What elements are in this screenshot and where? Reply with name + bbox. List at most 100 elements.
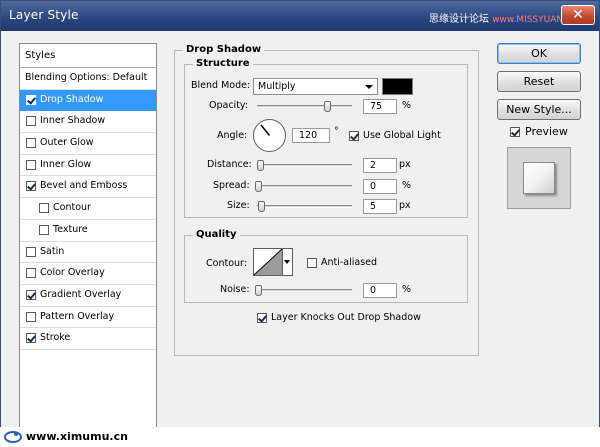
style-item-gradient-overlay[interactable]: Gradient Overlay [20, 285, 156, 307]
use-global-light-checkbox[interactable] [349, 131, 359, 141]
spread-input[interactable]: 0 [363, 179, 397, 194]
ok-button[interactable]: OK [497, 43, 581, 64]
opacity-input[interactable]: 75 [363, 99, 397, 114]
blend-mode-label: Blend Mode: [191, 80, 251, 91]
style-item-stroke[interactable]: Stroke [20, 328, 156, 350]
distance-label: Distance: [207, 159, 252, 170]
pattern-overlay-checkbox[interactable] [26, 311, 36, 322]
drop-shadow-checkbox[interactable] [26, 94, 36, 105]
size-input[interactable]: 5 [363, 199, 397, 214]
blend-mode-dropdown[interactable]: Multiply [253, 78, 378, 95]
spread-slider-thumb[interactable] [255, 181, 262, 192]
noise-unit: % [402, 284, 412, 295]
noise-input[interactable]: 0 [363, 283, 397, 298]
style-item-label: Pattern Overlay [40, 310, 115, 322]
outer-glow-checkbox[interactable] [26, 138, 36, 149]
knockout-label: Layer Knocks Out Drop Shadow [271, 312, 421, 323]
style-item-label: Gradient Overlay [40, 288, 122, 300]
reset-button[interactable]: Reset [497, 71, 581, 92]
spread-label: Spread: [213, 180, 250, 191]
style-item-label: Stroke [40, 332, 71, 344]
style-item-satin[interactable]: Satin [20, 242, 156, 264]
gradient-overlay-checkbox[interactable] [26, 289, 36, 300]
style-item-pattern-overlay[interactable]: Pattern Overlay [20, 307, 156, 329]
opacity-label: Opacity: [209, 100, 249, 111]
close-button[interactable]: ✕ [561, 5, 595, 25]
angle-label: Angle: [217, 130, 248, 141]
contour-checkbox[interactable] [39, 203, 49, 214]
anti-aliased-label: Anti-aliased [321, 257, 378, 268]
title-bar[interactable]: Layer Style 思缘设计论坛 www.MISSYUAN.COM ✕ [1, 1, 599, 31]
structure-title: Structure [193, 58, 253, 69]
distance-slider[interactable] [257, 160, 352, 171]
use-global-light-label: Use Global Light [363, 130, 441, 141]
chevron-down-icon [284, 260, 290, 264]
style-item-inner-glow[interactable]: Inner Glow [20, 155, 156, 177]
inner-shadow-checkbox[interactable] [26, 116, 36, 127]
style-item-label: Texture [53, 223, 88, 235]
size-slider-thumb[interactable] [258, 201, 265, 212]
inner-glow-checkbox[interactable] [26, 159, 36, 170]
angle-dial[interactable] [253, 119, 286, 152]
contour-dropdown-arrow[interactable] [283, 248, 293, 276]
site-logo-icon [4, 431, 22, 443]
size-label: Size: [227, 200, 250, 211]
distance-slider-thumb[interactable] [257, 160, 264, 171]
new-style-button[interactable]: New Style... [497, 99, 581, 120]
style-item-drop-shadow[interactable]: Drop Shadow [20, 89, 156, 112]
texture-checkbox[interactable] [39, 224, 49, 235]
style-item-label: Bevel and Emboss [40, 180, 128, 192]
chevron-down-icon [365, 85, 373, 89]
footer-url: www.ximumu.cn [26, 430, 128, 443]
style-preview [507, 147, 571, 209]
drop-shadow-title: Drop Shadow [183, 44, 265, 55]
opacity-slider[interactable] [257, 101, 352, 112]
style-item-color-overlay[interactable]: Color Overlay [20, 263, 156, 285]
style-item-bevel-emboss[interactable]: Bevel and Emboss [20, 176, 156, 199]
satin-checkbox[interactable] [26, 246, 36, 257]
noise-slider[interactable] [255, 285, 352, 296]
styles-header[interactable]: Styles [20, 44, 156, 68]
opacity-unit: % [402, 100, 412, 111]
style-item-label: Satin [40, 245, 65, 257]
anti-aliased-checkbox[interactable] [307, 258, 317, 268]
distance-input[interactable]: 2 [363, 158, 397, 173]
stroke-checkbox[interactable] [26, 333, 36, 344]
size-unit: px [399, 200, 411, 211]
blending-options-label: Blending Options: Default [25, 72, 148, 83]
style-item-label: Contour [53, 202, 91, 214]
opacity-slider-thumb[interactable] [324, 101, 332, 112]
angle-needle [260, 124, 271, 136]
style-item-label: Drop Shadow [40, 93, 104, 105]
bevel-emboss-checkbox[interactable] [26, 181, 36, 192]
contour-picker[interactable] [253, 248, 283, 276]
angle-unit: ° [334, 126, 339, 137]
footer-watermark: www.ximumu.cn [0, 427, 600, 447]
style-item-texture[interactable]: Texture [20, 220, 156, 242]
quality-title: Quality [193, 229, 240, 240]
color-overlay-checkbox[interactable] [26, 268, 36, 279]
blend-mode-value: Multiply [258, 81, 296, 92]
shadow-color-swatch[interactable] [382, 78, 413, 95]
blending-options-item[interactable]: Blending Options: Default [20, 68, 156, 90]
style-item-label: Inner Shadow [40, 115, 106, 127]
spread-unit: % [402, 180, 412, 191]
contour-label: Contour: [206, 258, 247, 269]
window-title: Layer Style [9, 8, 79, 22]
style-item-outer-glow[interactable]: Outer Glow [20, 133, 156, 155]
style-item-label: Inner Glow [40, 158, 92, 170]
style-item-label: Color Overlay [40, 267, 105, 279]
spread-slider[interactable] [255, 181, 352, 192]
preview-checkbox[interactable] [510, 127, 520, 137]
noise-label: Noise: [220, 284, 250, 295]
layer-style-dialog: Layer Style 思缘设计论坛 www.MISSYUAN.COM ✕ St… [0, 0, 600, 437]
style-item-contour[interactable]: Contour [20, 198, 156, 220]
style-item-inner-shadow[interactable]: Inner Shadow [20, 111, 156, 134]
knockout-checkbox[interactable] [257, 313, 267, 323]
preview-label: Preview [525, 125, 568, 138]
angle-input[interactable]: 120 [292, 128, 330, 143]
size-slider[interactable] [257, 201, 352, 212]
noise-slider-thumb[interactable] [255, 285, 262, 296]
close-icon: ✕ [572, 7, 584, 23]
preview-tile [523, 162, 555, 194]
